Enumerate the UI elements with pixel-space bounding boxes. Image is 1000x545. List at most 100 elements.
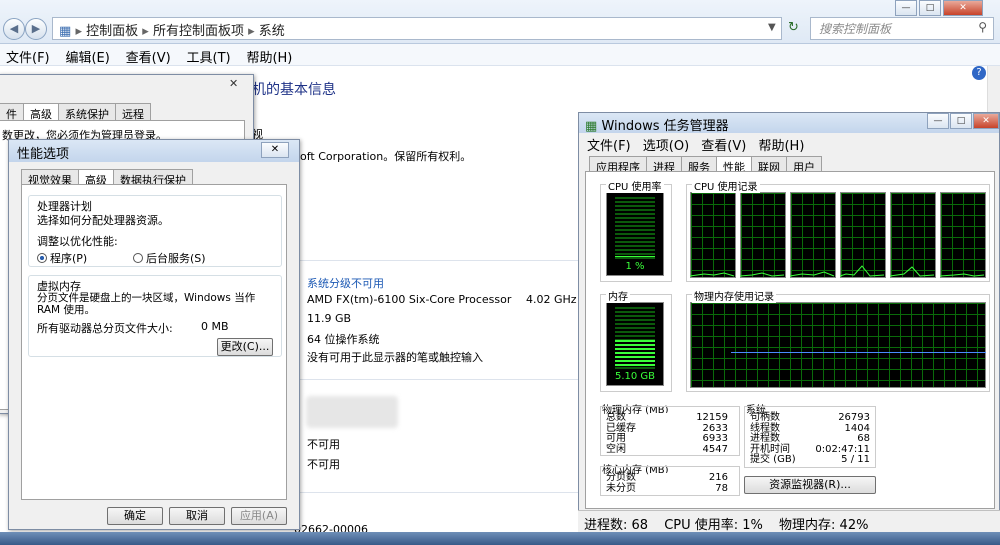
cpu-history-label: CPU 使用记录 [692,178,760,193]
control-panel-icon: ▦ [59,24,72,39]
vm-description: 分页文件是硬盘上的一块区域，Windows 当作 RAM 使用。 [37,292,256,316]
table-row: 提交 (GB) 5 / 11 [750,454,872,466]
breadcrumb[interactable]: ▦ ▸ 控制面板 ▸ 所有控制面板项 ▸ 系统 [52,17,782,40]
pen-touch-value: 没有可用于此显示器的笔或触控输入 [307,351,483,364]
cpu-history-graph [890,192,936,278]
maximize-button[interactable]: □ [919,0,941,16]
table-row: 总数 12159 [606,412,730,424]
dropdown-icon[interactable]: ▼ [768,22,776,33]
close-button[interactable]: ✕ [943,0,983,16]
address-toolbar: — □ ✕ ◀ ▶ ▦ ▸ 控制面板 ▸ 所有控制面板项 ▸ 系统 ▼ ↻ 搜索… [0,0,1000,44]
memory-value: 11.9 GB [307,312,352,325]
status-cpu: CPU 使用率: 1% [664,518,763,533]
vm-total-label: 所有驱动器总分页文件大小: [37,322,173,335]
cpu-gauge-bars [615,197,655,259]
cpu-history-graph [790,192,836,278]
system-type-value: 64 位操作系统 [307,333,380,346]
tm-menu-help[interactable]: 帮助(H) [754,135,808,154]
rating-link[interactable]: 系统分级不可用 [307,275,384,291]
cpu-usage-value: 1 % [625,261,645,272]
cpu-usage-label: CPU 使用率 [606,178,664,193]
table-row: 分页数 216 [606,472,730,484]
processor-value: AMD FX(tm)-6100 Six-Core Processor [307,293,512,306]
memory-history-label: 物理内存使用记录 [692,288,776,303]
resource-monitor-button[interactable]: 资源监视器(R)... [744,476,876,494]
cpu-gauge-fill [615,256,655,257]
cpu-history-graph [840,192,886,278]
cpu-history-graph [690,192,736,278]
copyright-text: oft Corporation。保留所有权利。 [300,150,472,163]
help-icon[interactable]: ? [972,66,986,80]
back-arrow-icon[interactable]: ◀ [3,18,25,40]
tm-menu-options[interactable]: 选项(O) [639,135,693,154]
search-icon: ⚲ [978,20,987,34]
memory-label: 内存 [606,288,630,303]
not-available-2: 不可用 [307,458,340,471]
processor-scheduling-group: 处理器计划 选择如何分配处理器资源。 调整以优化性能: 程序(P) 后台服务(S… [28,195,282,267]
tm-title: Windows 任务管理器 [601,119,729,134]
tm-menu-bar: 文件(F) 选项(O) 查看(V) 帮助(H) [583,135,808,154]
cancel-button[interactable]: 取消 [169,507,225,525]
divider [300,260,580,261]
menu-bar: 文件(F) 编辑(E) 查看(V) 工具(T) 帮助(H) [0,44,1000,66]
kernel-memory-table: 分页数 216 未分页 78 [606,472,730,495]
radio-unselected-icon [133,253,143,263]
divider [300,379,580,380]
divider [300,492,580,493]
radio-services[interactable]: 后台服务(S) [133,250,206,266]
cpu-usage-gauge: 1 % [606,192,664,276]
blurred-computer-name [306,396,398,428]
perf-tab-panel: 处理器计划 选择如何分配处理器资源。 调整以优化性能: 程序(P) 后台服务(S… [21,184,287,500]
close-icon[interactable]: ✕ [229,77,238,90]
cpu-history-graph [940,192,986,278]
virtual-memory-group: 虚拟内存 分页文件是硬盘上的一块区域，Windows 当作 RAM 使用。 所有… [28,275,282,357]
status-memory: 物理内存: 42% [779,518,869,533]
maximize-button[interactable]: □ [950,113,972,129]
performance-panel: CPU 使用率 1 % CPU 使用记录 内存 5.10 GB 物理内存使用记录 [585,171,995,509]
system-table: 句柄数 26793 线程数 1404 进程数 68 开机时间 0:02:47:11 提交… [750,412,872,466]
taskbar[interactable] [0,532,1000,545]
breadcrumb-item-system[interactable]: 系统 [259,24,285,39]
table-row: 句柄数 26793 [750,412,872,424]
dialog-title-bar: 性能选项 [9,140,299,162]
tm-status-bar: 进程数: 68 CPU 使用率: 1% 物理内存: 42% [578,510,1000,533]
breadcrumb-item-control-panel[interactable]: 控制面板 [86,24,138,39]
tm-menu-view[interactable]: 查看(V) [697,135,750,154]
refresh-icon[interactable]: ↻ [788,20,799,35]
table-row: 未分页 78 [606,482,730,495]
forward-arrow-icon[interactable]: ▶ [25,18,47,40]
not-available-1: 不可用 [307,438,340,451]
ok-button[interactable]: 确定 [107,507,163,525]
tm-menu-file[interactable]: 文件(F) [583,135,635,154]
memory-history-graph [690,302,986,388]
processor-speed: 4.02 GHz [526,293,577,306]
adjust-label: 调整以优化性能: [37,235,118,248]
memory-history-line [731,352,986,353]
radio-programs[interactable]: 程序(P) [37,250,87,266]
close-button[interactable]: ✕ [973,113,999,129]
radio-selected-icon [37,253,47,263]
cpu-history-graph [740,192,786,278]
memory-gauge-fill [615,340,655,367]
minimize-button[interactable]: — [927,113,949,129]
physical-memory-table: 总数 12159 已缓存 2633 可用 6933 空闲 4547 [606,412,730,456]
search-input[interactable]: 搜索控制面板 ⚲ [810,17,994,40]
vm-total-value: 0 MB [201,320,229,333]
group-description: 选择如何分配处理器资源。 [37,214,169,227]
performance-options-dialog: 性能选项 ✕ 视觉效果 高级 数据执行保护 处理器计划 选择如何分配处理器资源。 调… [8,139,300,530]
status-processes: 进程数: 68 [584,518,649,533]
explorer-window-controls: — □ ✕ [895,0,983,16]
change-button[interactable]: 更改(C)... [217,338,273,356]
dialog-title: 性能选项 [17,147,70,162]
apply-button[interactable]: 应用(A) [231,507,287,525]
page-title: 机的基本信息 [252,82,336,98]
minimize-button[interactable]: — [895,0,917,16]
close-button[interactable]: ✕ [261,142,289,158]
tm-window-controls: — □ ✕ [927,113,999,129]
memory-gauge: 5.10 GB [606,302,664,386]
breadcrumb-item-all-items[interactable]: 所有控制面板项 [153,24,244,39]
table-row: 空闲 4547 [606,443,730,456]
task-manager-window: ▦ Windows 任务管理器 — □ ✕ 文件(F) 选项(O) 查看(V) … [578,112,1000,532]
task-manager-icon: ▦ [585,119,598,134]
memory-value: 5.10 GB [614,371,656,382]
